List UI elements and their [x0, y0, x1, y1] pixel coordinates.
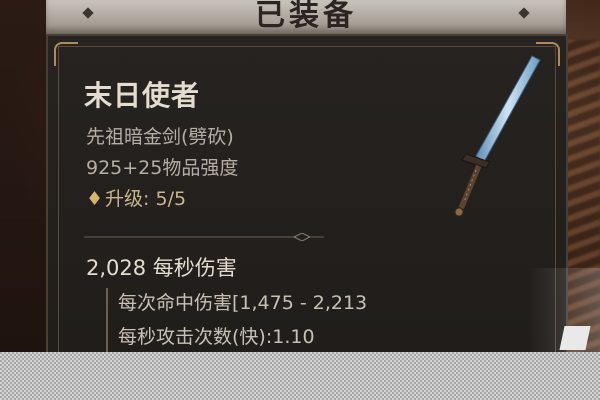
sword-icon: [454, 55, 541, 217]
item-name: 末日使者: [84, 79, 201, 112]
watermark-glyph: [559, 326, 591, 350]
stat-indent-bar: [106, 288, 108, 354]
frame-corner-ornament: [54, 42, 78, 66]
upgrade-status: ♦ 升级: 5/5: [86, 184, 186, 211]
item-type: 先祖暗金剑(劈砍): [86, 126, 234, 148]
image-overlay-band: [0, 352, 600, 400]
header-title: 已装备: [255, 0, 357, 33]
item-tooltip: 末日使者 先祖暗金剑(劈砍) 925+25物品强度 ♦ 升级: 5/5 2,028…: [46, 34, 568, 400]
equipped-header: 已装备: [46, 0, 566, 36]
item-power: 925+25物品强度: [86, 157, 239, 179]
diamond-upgrade-icon: ♦: [86, 188, 104, 210]
dps-stat: 2,028 每秒伤害: [86, 256, 237, 280]
attack-speed-stat: 每秒攻击次数(快):1.10: [118, 326, 315, 348]
section-divider: [84, 233, 324, 241]
damage-per-hit-stat: 每次命中伤害[1,475 - 2,213: [118, 292, 368, 314]
upgrade-label: 升级: 5/5: [105, 188, 187, 210]
